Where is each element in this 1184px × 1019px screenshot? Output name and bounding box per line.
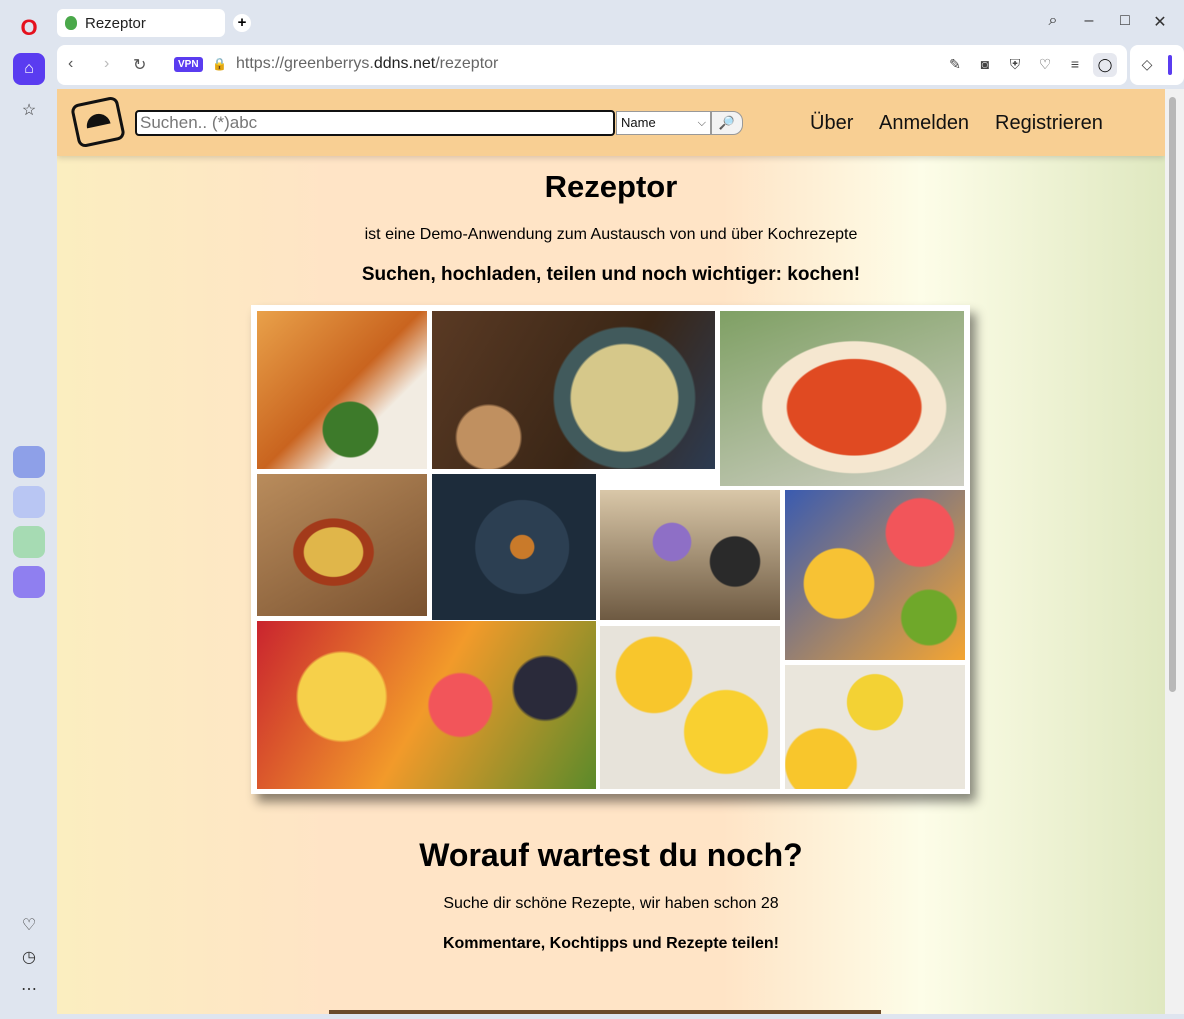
search-button[interactable]: 🔎 <box>711 111 743 135</box>
next-image-edge <box>329 1010 881 1014</box>
site-header: Name ⌵ 🔎 Über Anmelden Registrieren <box>57 89 1165 156</box>
extensions-area: ◇ <box>1130 45 1184 85</box>
share-text: Kommentare, Kochtipps und Rezepte teilen… <box>442 935 780 952</box>
favorite-heart-icon[interactable]: ♡ <box>1035 56 1055 73</box>
url-domain: ddns.net <box>373 55 436 72</box>
close-icon[interactable]: ✕ <box>1150 12 1170 32</box>
scrollbar-thumb[interactable] <box>1169 97 1176 692</box>
food-photo-fruits <box>785 490 965 660</box>
history-clock-icon[interactable]: ◷ <box>13 941 45 973</box>
nav-registrieren[interactable]: Registrieren <box>995 112 1103 135</box>
food-photo-soup <box>432 311 715 469</box>
magnifier-icon: 🔎 <box>718 115 736 130</box>
food-photo-plate <box>432 474 596 620</box>
more-icon[interactable]: ⋯ <box>13 973 45 1005</box>
recipe-count-text: Suche dir schöne Rezepte, wir haben scho… <box>443 895 779 912</box>
food-photo-casserole <box>720 311 964 486</box>
search-input[interactable] <box>135 110 615 136</box>
tab-bar: Rezeptor + ⌕ – □ ✕ <box>57 0 1184 44</box>
lock-icon[interactable]: 🔒 <box>212 57 227 71</box>
extensions-cube-icon[interactable]: ◇ <box>1137 56 1157 73</box>
intro-text: ist eine Demo-Anwendung zum Austausch vo… <box>364 226 858 243</box>
easy-setup-icon[interactable]: ≡ <box>1065 56 1085 72</box>
edit-icon[interactable]: ✎ <box>945 56 965 73</box>
food-photo-taco <box>257 474 427 616</box>
browser-sidebar: O ⌂ ☆ ♡ ◷ ⋯ <box>0 0 57 1019</box>
rezeptor-logo-cloche-icon[interactable] <box>69 95 127 149</box>
tagline: Suchen, hochladen, teilen und noch wicht… <box>361 264 861 285</box>
nav-uber[interactable]: Über <box>810 112 853 135</box>
page-viewport: Name ⌵ 🔎 Über Anmelden Registrieren Reze… <box>57 89 1165 1014</box>
back-icon[interactable]: ‹ <box>68 55 73 73</box>
chevron-down-icon: ⌵ <box>697 117 706 129</box>
nav-anmelden[interactable]: Anmelden <box>879 112 969 135</box>
address-bar: ‹ › ↻ VPN 🔒 https://greenberrys.ddns.net… <box>57 45 1127 85</box>
messenger-icon[interactable] <box>13 486 45 518</box>
cta-heading: Worauf wartest du noch? <box>419 837 803 873</box>
home-icon[interactable]: ⌂ <box>13 53 45 85</box>
bookmarks-star-icon[interactable]: ☆ <box>13 94 45 126</box>
page-scrollbar[interactable] <box>1165 89 1184 1014</box>
opera-icon[interactable]: O <box>13 12 45 44</box>
tab-title: Rezeptor <box>85 14 146 32</box>
url-field[interactable]: https://greenberrys.ddns.net/rezeptor <box>236 55 498 73</box>
maximize-icon[interactable]: □ <box>1115 12 1135 30</box>
food-photo-fruit-platter <box>257 621 596 789</box>
minimize-icon[interactable]: – <box>1079 12 1099 30</box>
forward-icon[interactable]: › <box>104 55 109 73</box>
select-value: Name <box>621 115 656 130</box>
reload-icon[interactable]: ↻ <box>133 55 146 75</box>
food-photo-lemons <box>600 626 780 789</box>
food-photo-lemon-flowers <box>785 665 965 789</box>
search-tabs-icon[interactable]: ⌕ <box>1043 12 1063 30</box>
food-photo-burger <box>600 490 780 620</box>
food-collage-image <box>251 305 970 794</box>
raspberry-favicon-icon <box>65 16 77 30</box>
url-prefix: https://greenberrys. <box>236 55 374 72</box>
camera-icon[interactable]: ◙ <box>975 56 995 72</box>
music-player-icon[interactable] <box>13 566 45 598</box>
whatsapp-icon[interactable] <box>13 526 45 558</box>
search-field-select[interactable]: Name ⌵ <box>616 111 711 135</box>
vpn-badge[interactable]: VPN <box>174 57 203 72</box>
food-photo-chicken <box>257 311 427 469</box>
tab-rezeptor[interactable]: Rezeptor <box>57 9 225 37</box>
adblock-shield-icon[interactable]: ⛨ <box>1005 56 1025 73</box>
app-store-icon[interactable] <box>13 446 45 478</box>
new-tab-button[interactable]: + <box>233 14 251 32</box>
sidebar-indicator <box>1168 55 1172 75</box>
account-icon[interactable]: ◯ <box>1093 53 1117 77</box>
page-title: Rezeptor <box>544 169 678 204</box>
url-path: /rezeptor <box>435 55 499 72</box>
heart-icon[interactable]: ♡ <box>13 909 45 941</box>
